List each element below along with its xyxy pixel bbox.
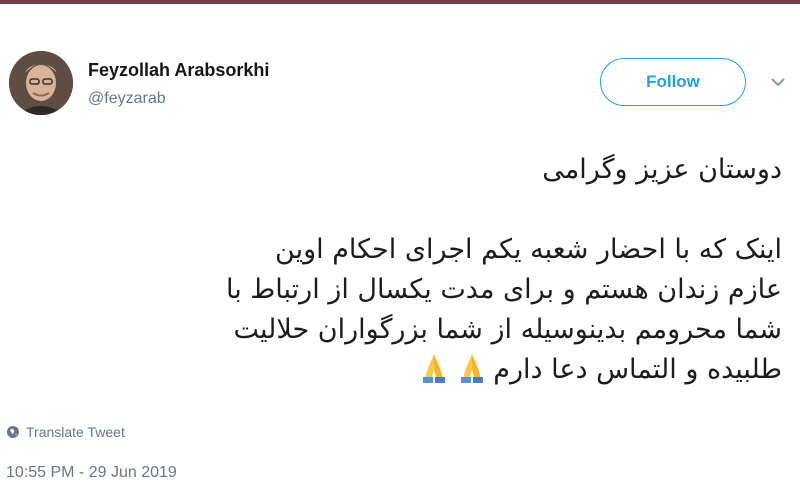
chevron-down-icon[interactable]: [770, 76, 786, 88]
folded-hands-icon: [423, 354, 446, 383]
tweet-timestamp[interactable]: 10:55 PM - 29 Jun 2019: [6, 464, 177, 482]
tweet-greeting: دوستان عزیز وگرامی: [542, 154, 782, 185]
tweet-line: اینک که با احضار شعبه یکم اجرای احکام او…: [275, 234, 782, 265]
top-border: [0, 0, 800, 4]
tweet-line: عازم زندان هستم و برای مدت یکسال از ارتب…: [225, 274, 782, 305]
profile-photo-icon: [9, 51, 73, 115]
tweet-last-line: طلبیده و التماس دعا دارم: [12, 350, 782, 390]
globe-icon: [7, 426, 19, 438]
tweet-line: طلبیده و التماس دعا دارم: [493, 354, 782, 385]
follow-button[interactable]: Follow: [600, 58, 746, 106]
translate-tweet-label: Translate Tweet: [26, 424, 125, 440]
translate-tweet-link[interactable]: Translate Tweet: [6, 424, 125, 440]
avatar[interactable]: [9, 51, 73, 115]
folded-hands-icon: [461, 354, 484, 383]
display-name[interactable]: Feyzollah Arabsorkhi: [88, 60, 269, 81]
user-handle[interactable]: @feyzarab: [88, 90, 166, 108]
tweet-line: شما محرومم بدینوسیله از شما بزرگواران حل…: [233, 314, 782, 345]
tweet-text: دوستان عزیز وگرامی اینک که با احضار شعبه…: [12, 150, 782, 390]
